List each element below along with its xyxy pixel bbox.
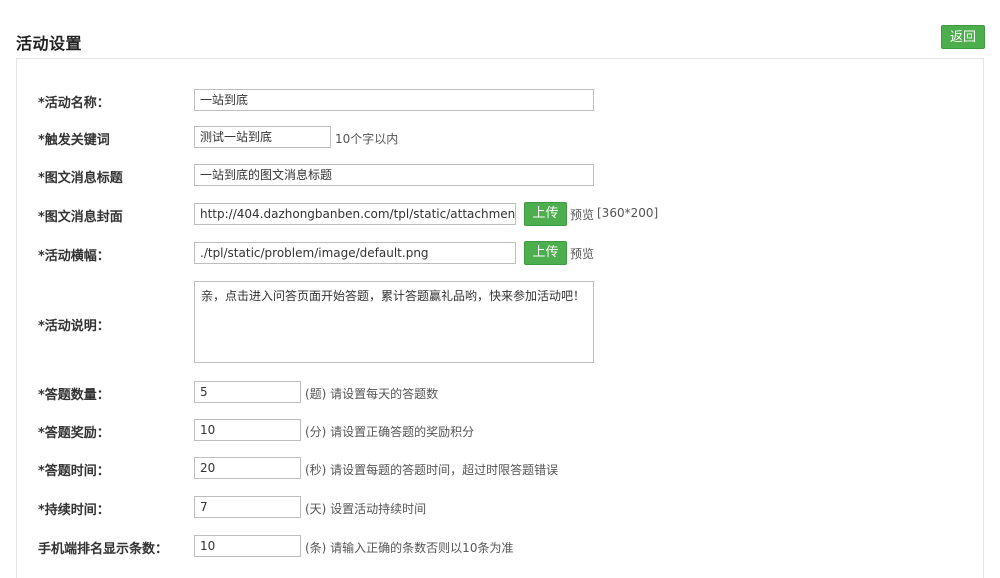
news-cover-size-hint: [360*200] xyxy=(597,206,659,220)
banner-preview-link[interactable]: 预览 xyxy=(570,245,594,262)
activity-name-input[interactable]: 一站到底 xyxy=(194,89,594,111)
answer-time-input[interactable]: 20 xyxy=(194,457,301,479)
answer-time-label: *答题时间： xyxy=(38,464,110,479)
reward-input[interactable]: 10 xyxy=(194,419,301,441)
rank-count-label: 手机端排名显示条数： xyxy=(38,542,169,557)
trigger-keyword-hint: 10个字以内 xyxy=(335,132,399,146)
trigger-keyword-label: *触发关键词 xyxy=(38,133,110,148)
banner-input[interactable]: ./tpl/static/problem/image/default.png xyxy=(194,242,516,264)
news-title-label: *图文消息标题 xyxy=(38,171,123,186)
activity-name-label: *活动名称： xyxy=(38,96,110,111)
duration-input[interactable]: 7 xyxy=(194,496,301,518)
question-count-input[interactable]: 5 xyxy=(194,381,301,403)
description-label: *活动说明： xyxy=(38,319,110,334)
description-textarea[interactable]: 亲，点击进入问答页面开始答题，累计答题赢礼品哟，快来参加活动吧！ xyxy=(194,281,594,363)
trigger-keyword-input[interactable]: 测试一站到底 xyxy=(194,126,331,148)
question-count-hint: (题) 请设置每天的答题数 xyxy=(305,387,439,401)
form-panel: *活动名称： 一站到底 *触发关键词 测试一站到底 10个字以内 *图文消息标题… xyxy=(16,58,984,578)
duration-hint: (天) 设置活动持续时间 xyxy=(305,502,427,516)
back-button[interactable]: 返回 xyxy=(941,25,985,49)
rank-count-hint: (条) 请输入正确的条数否则以10条为准 xyxy=(305,541,514,555)
news-cover-input[interactable]: http://404.dazhongbanben.com/tpl/static/… xyxy=(194,203,516,225)
duration-label: *持续时间： xyxy=(38,503,110,518)
rank-count-input[interactable]: 10 xyxy=(194,535,301,557)
news-cover-preview-link[interactable]: 预览 xyxy=(570,206,594,223)
news-cover-label: *图文消息封面 xyxy=(38,210,123,225)
banner-label: *活动横幅： xyxy=(38,249,110,264)
reward-hint: (分) 请设置正确答题的奖励积分 xyxy=(305,425,475,439)
news-title-input[interactable]: 一站到底的图文消息标题 xyxy=(194,164,594,186)
reward-label: *答题奖励： xyxy=(38,426,110,441)
banner-upload-button[interactable]: 上传 xyxy=(524,241,567,265)
page-title: 活动设置 xyxy=(16,34,83,53)
news-cover-upload-button[interactable]: 上传 xyxy=(524,202,567,226)
question-count-label: *答题数量： xyxy=(38,388,110,403)
answer-time-hint: (秒) 请设置每题的答题时间，超过时限答题错误 xyxy=(305,463,559,477)
